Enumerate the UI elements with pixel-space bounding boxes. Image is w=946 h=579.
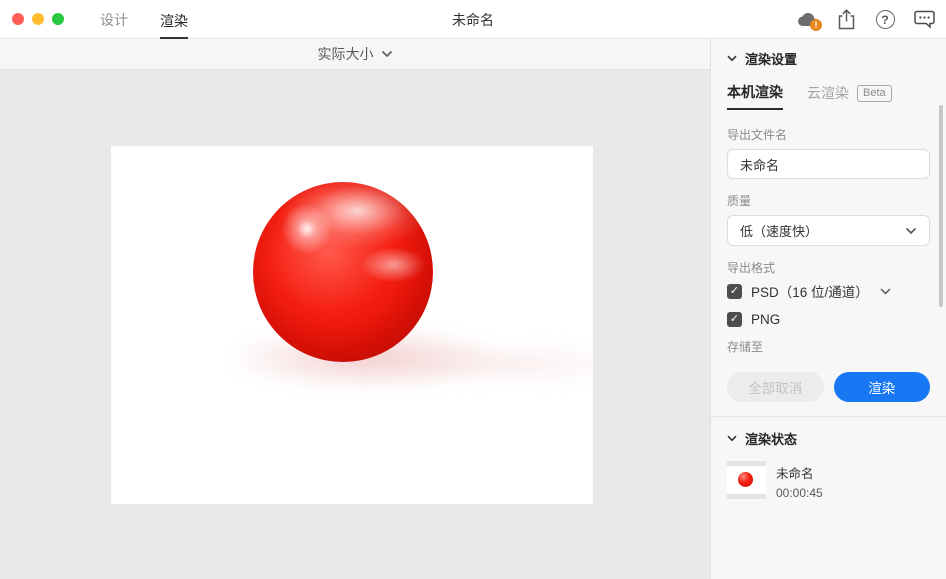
chevron-down-icon (905, 227, 917, 235)
png-option-row: ✓ PNG (727, 310, 930, 328)
quality-label: 质量 (727, 192, 930, 209)
render-job-duration: 00:00:45 (776, 486, 823, 500)
render-settings-panel: 渲染设置 本机渲染 云渲染 Beta 导出文件名 质量 低（速度快） 导出格式 … (710, 39, 946, 579)
render-status-section: 渲染状态 未命名 00:00:45 (727, 417, 930, 500)
psd-option-row: ✓ PSD（16 位/通道） (727, 282, 930, 300)
quality-select[interactable]: 低（速度快） (727, 215, 930, 246)
tab-render[interactable]: 渲染 (160, 0, 188, 39)
document-title: 未命名 (452, 0, 494, 39)
chevron-down-icon (381, 50, 393, 58)
question-mark-glyph: ? (876, 10, 895, 29)
quality-value: 低（速度快） (740, 221, 818, 240)
thumbnail-sphere (738, 472, 753, 487)
render-job-meta: 未命名 00:00:45 (776, 461, 823, 500)
close-window-button[interactable] (12, 13, 24, 25)
action-buttons: 全部取消 渲染 (727, 372, 930, 402)
psd-checkbox[interactable]: ✓ (727, 284, 742, 299)
view-toolbar: 实际大小 (0, 39, 710, 70)
render-button[interactable]: 渲染 (834, 372, 931, 402)
psd-expand-chevron-icon[interactable] (880, 288, 891, 295)
export-format-label: 导出格式 (727, 259, 930, 276)
render-status-header[interactable]: 渲染状态 (727, 429, 930, 448)
render-status-title: 渲染状态 (745, 429, 797, 448)
collapse-chevron-icon (727, 55, 737, 62)
titlebar-actions: ! ? (795, 0, 936, 39)
render-job-name: 未命名 (776, 463, 823, 482)
zoom-level-dropdown[interactable]: 实际大小 (318, 44, 393, 64)
save-to-label: 存储至 (727, 338, 930, 355)
cancel-all-button[interactable]: 全部取消 (727, 372, 824, 402)
collapse-chevron-icon (727, 435, 737, 442)
panel-scrollbar[interactable] (939, 105, 943, 307)
rendered-image (111, 146, 593, 504)
filename-input[interactable] (727, 149, 930, 179)
beta-badge: Beta (857, 85, 892, 102)
sync-alert-badge: ! (810, 19, 822, 31)
minimize-window-button[interactable] (32, 13, 44, 25)
render-job-item[interactable]: 未命名 00:00:45 (727, 461, 930, 500)
tab-design[interactable]: 设计 (100, 0, 128, 39)
render-settings-header[interactable]: 渲染设置 (727, 49, 930, 68)
render-canvas (0, 70, 710, 579)
mode-tabs: 设计 渲染 (100, 0, 188, 39)
share-icon[interactable] (834, 8, 858, 32)
titlebar: 设计 渲染 未命名 ! ? (0, 0, 946, 39)
filename-label: 导出文件名 (727, 126, 930, 143)
render-settings-title: 渲染设置 (745, 49, 797, 68)
psd-option-label: PSD（16 位/通道） (751, 281, 869, 301)
app-window: 设计 渲染 未命名 ! ? (0, 0, 946, 579)
png-checkbox[interactable]: ✓ (727, 312, 742, 327)
zoom-level-label: 实际大小 (318, 44, 374, 64)
help-icon[interactable]: ? (873, 8, 897, 32)
window-controls (12, 13, 64, 25)
render-mode-tabs: 本机渲染 云渲染 Beta (727, 82, 930, 110)
render-job-thumbnail (727, 461, 766, 499)
red-sphere (253, 182, 433, 362)
cloud-render-label: 云渲染 (807, 83, 849, 103)
png-option-label: PNG (751, 312, 780, 327)
cloud-sync-icon[interactable]: ! (795, 8, 819, 32)
feedback-chat-icon[interactable] (912, 8, 936, 32)
tab-local-render[interactable]: 本机渲染 (727, 82, 783, 110)
tab-cloud-render[interactable]: 云渲染 Beta (807, 83, 892, 109)
fullscreen-window-button[interactable] (52, 13, 64, 25)
